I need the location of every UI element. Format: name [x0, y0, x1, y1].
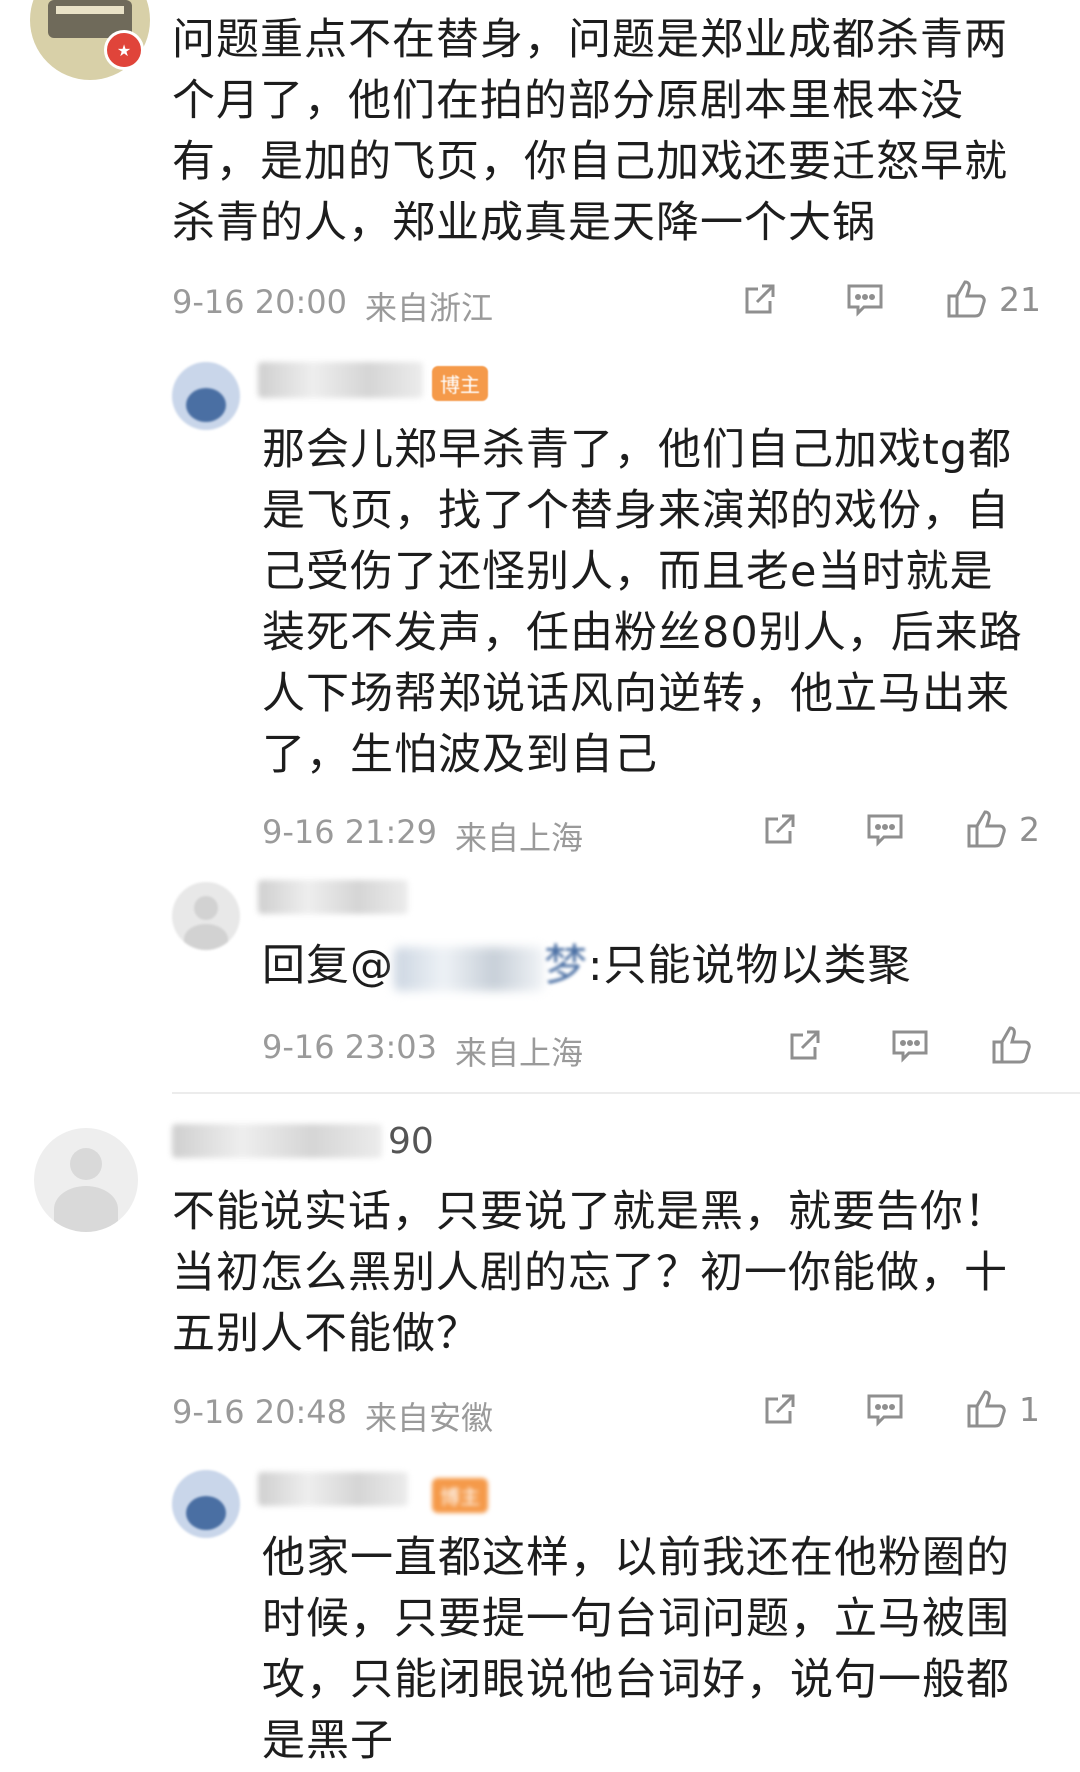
- like-count: 1: [1019, 1389, 1040, 1429]
- share-icon: [765, 1394, 795, 1424]
- comment-icon: [867, 814, 903, 847]
- comment-1: ★ 问题重点不在替身，问题是郑业成都杀青两个月了，他们在拍的部分原剧本里根本没有…: [0, 0, 1080, 1090]
- username[interactable]: 90: [172, 1120, 434, 1162]
- like-count: 21: [999, 279, 1041, 319]
- share-button[interactable]: [730, 279, 790, 319]
- comment-2: 90 不能说实话，只要说了就是黑，就要告你！当初怎么黑别人剧的忘了？初一你能做，…: [0, 1100, 1080, 1766]
- reply-location: 来自上海: [455, 1034, 584, 1072]
- reply-body: :只能说物以类聚: [588, 941, 912, 991]
- reply-text: 那会儿郑早杀青了，他们自己加戏tg都是飞页，找了个替身来演郑的戏份，自己受伤了还…: [262, 425, 1023, 780]
- comment-button[interactable]: [880, 1025, 940, 1065]
- reply-actions: [775, 1024, 1044, 1066]
- reply-username[interactable]: [258, 880, 408, 914]
- reply-text: 回复@ 梦:只能说物以类聚: [262, 936, 1032, 997]
- like-icon: [967, 810, 1006, 848]
- reply-location: 来自上海: [455, 819, 584, 857]
- comment-button[interactable]: [855, 809, 915, 849]
- reply-username[interactable]: [258, 362, 423, 398]
- comment-icon: [847, 284, 883, 317]
- like-icon: [947, 280, 986, 318]
- like-count: 2: [1019, 809, 1040, 849]
- reply-text: 他家一直都这样，以前我还在他粉圈的时候，只要提一句台词问题，立马被围攻，只能闭眼…: [262, 1533, 1010, 1766]
- like-button[interactable]: [990, 1024, 1044, 1066]
- reply-avatar[interactable]: [172, 1470, 240, 1538]
- reply-date: 9-16 21:29: [262, 813, 438, 851]
- comment-location: 来自安徽: [365, 1399, 494, 1437]
- comment-icon: [867, 1394, 903, 1427]
- reply-actions: 2: [750, 808, 1040, 850]
- reply-prefix: 回复@: [262, 941, 394, 991]
- comment-location: 来自浙江: [365, 289, 494, 327]
- mention-blur[interactable]: [394, 946, 544, 991]
- comment-actions: 21: [730, 278, 1041, 320]
- like-icon: [967, 1390, 1006, 1428]
- reply-avatar[interactable]: [172, 362, 240, 430]
- mention-name-tail: 梦: [544, 941, 588, 991]
- comment-date: 9-16 20:00: [172, 283, 348, 321]
- avatar[interactable]: [34, 1128, 138, 1232]
- comment-icon: [892, 1030, 928, 1063]
- like-button[interactable]: 2: [965, 808, 1040, 850]
- like-button[interactable]: 21: [945, 278, 1041, 320]
- reply-meta: 9-16 21:29 来自上海: [262, 813, 583, 859]
- comment-meta: 9-16 20:00 来自浙江: [172, 283, 493, 329]
- username-blur: [172, 1124, 382, 1158]
- reply-date: 9-16 23:03: [262, 1028, 438, 1066]
- comment-actions: 1: [750, 1388, 1040, 1430]
- reply-meta: 9-16 23:03 来自上海: [262, 1028, 583, 1074]
- share-button[interactable]: [775, 1025, 835, 1065]
- comment-button[interactable]: [835, 279, 895, 319]
- verified-badge-icon: ★: [104, 30, 144, 70]
- author-badge: 博主: [432, 366, 488, 401]
- author-badge: 博主: [432, 1478, 488, 1513]
- reply-username[interactable]: [258, 1472, 408, 1506]
- share-icon: [790, 1030, 820, 1060]
- share-icon: [765, 814, 795, 844]
- share-button[interactable]: [750, 809, 810, 849]
- comment-date: 9-16 20:48: [172, 1393, 348, 1431]
- share-button[interactable]: [750, 1389, 810, 1429]
- comment-text: 问题重点不在替身，问题是郑业成都杀青两个月了，他们在拍的部分原剧本里根本没有，是…: [172, 15, 1008, 248]
- divider: [172, 1092, 1080, 1094]
- reply-avatar[interactable]: [172, 882, 240, 950]
- share-icon: [745, 284, 775, 314]
- username-tail: 90: [388, 1120, 434, 1162]
- comment-text: 不能说实话，只要说了就是黑，就要告你！当初怎么黑别人剧的忘了？初一你能做，十五别…: [172, 1187, 1008, 1359]
- comment-button[interactable]: [855, 1389, 915, 1429]
- comment-meta: 9-16 20:48 来自安徽: [172, 1393, 493, 1439]
- like-icon: [992, 1026, 1031, 1064]
- like-button[interactable]: 1: [965, 1388, 1040, 1430]
